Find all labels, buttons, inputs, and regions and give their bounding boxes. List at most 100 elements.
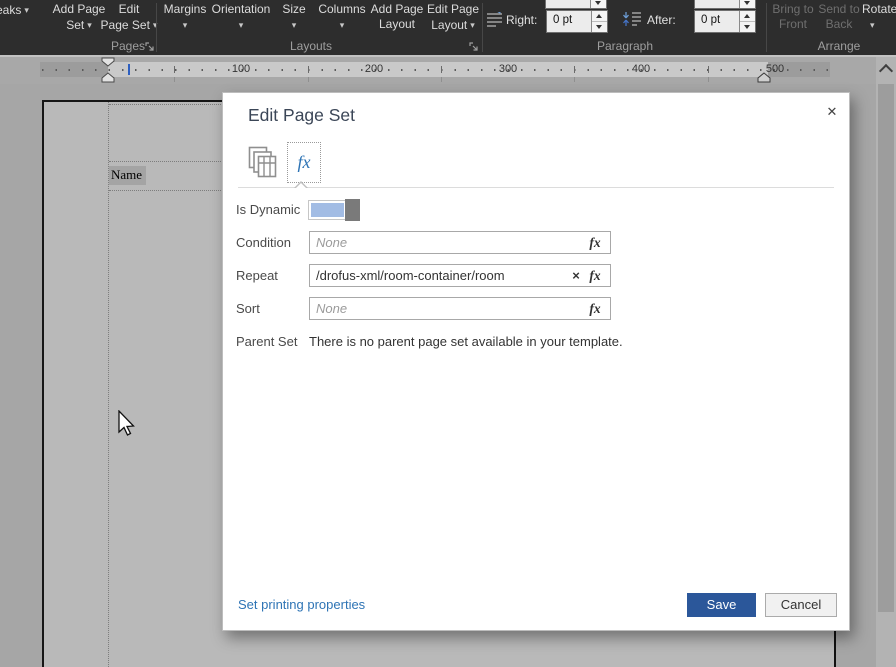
- save-button[interactable]: Save: [687, 593, 756, 617]
- send-to-back-button: Send to Back: [817, 2, 861, 32]
- spinner-up-icon[interactable]: [740, 11, 755, 21]
- toggle-thumb[interactable]: [345, 199, 360, 221]
- dropdown-arrow-icon: [340, 17, 345, 33]
- ruler-mark: 400: [632, 62, 650, 77]
- parent-set-label: Parent Set: [236, 330, 297, 353]
- spinner-down-icon[interactable]: [591, 0, 606, 8]
- spinner[interactable]: [590, 0, 606, 8]
- field-value: 0 pt: [547, 11, 591, 32]
- ruler-tick: [308, 66, 309, 73]
- edit-page-set-dialog: Edit Page Set ✕ fx Is Dynamic Condition …: [222, 92, 850, 631]
- app-window: Breaks Add Page Set Edit Page Set Pages …: [0, 0, 896, 667]
- repeat-label: Repeat: [236, 264, 278, 287]
- spinner-down-icon[interactable]: [740, 0, 755, 8]
- condition-input[interactable]: [309, 231, 611, 254]
- right-indent-label: Right:: [506, 13, 537, 27]
- spinner-down-icon[interactable]: [740, 21, 755, 32]
- table-column-gridline: [108, 102, 109, 667]
- ribbon: Breaks Add Page Set Edit Page Set Pages …: [0, 0, 896, 57]
- orientation-label: Orientation: [212, 2, 271, 17]
- add-page-layout-label-1: Add Page: [371, 2, 424, 17]
- add-page-layout-label-2: Layout: [379, 17, 415, 32]
- set-printing-properties-link[interactable]: Set printing properties: [238, 597, 365, 612]
- cancel-button[interactable]: Cancel: [765, 593, 837, 617]
- pages-dialog-launcher-icon[interactable]: [145, 42, 155, 52]
- ruler-strip: 100 200 300 400 500: [40, 62, 830, 77]
- size-button[interactable]: Size: [278, 2, 310, 33]
- table-cell-name[interactable]: Name: [109, 166, 146, 185]
- toggle-on-fill: [311, 203, 344, 217]
- fx-formula-icon[interactable]: fx: [587, 264, 603, 287]
- ruler-mark: 200: [365, 62, 383, 77]
- edit-page-set-label-1: Edit: [119, 2, 140, 17]
- repeat-input[interactable]: [309, 264, 611, 287]
- fx-tab[interactable]: fx: [287, 142, 321, 183]
- breaks-label: Breaks: [0, 3, 21, 18]
- first-line-indent-marker[interactable]: [101, 57, 115, 67]
- paragraph-field-partial[interactable]: [545, 0, 607, 9]
- clear-icon[interactable]: ×: [569, 264, 583, 287]
- columns-button[interactable]: Columns: [316, 2, 368, 33]
- ruler-subtick: [574, 77, 575, 82]
- scroll-up-icon[interactable]: [879, 64, 893, 78]
- right-indent-field[interactable]: 0 pt: [546, 10, 608, 33]
- spacing-before-icon: [622, 0, 640, 6]
- parent-set-message: There is no parent page set available in…: [309, 330, 623, 353]
- fx-formula-icon[interactable]: fx: [587, 231, 603, 254]
- add-page-set-label-2: Set: [66, 18, 84, 33]
- group-separator: [766, 3, 767, 52]
- size-label: Size: [282, 2, 305, 17]
- dropdown-arrow-icon: [21, 2, 29, 18]
- rotate-button[interactable]: Rotate: [862, 2, 896, 33]
- spacing-after-field[interactable]: 0 pt: [694, 10, 756, 33]
- fx-formula-icon[interactable]: fx: [587, 297, 603, 320]
- field-value: [546, 0, 590, 8]
- group-label-layouts: Layouts: [281, 39, 341, 53]
- ruler-subtick: [308, 77, 309, 82]
- sort-input[interactable]: [309, 297, 611, 320]
- breaks-button[interactable]: Breaks: [0, 2, 29, 18]
- edit-page-set-button[interactable]: Edit Page Set: [100, 2, 158, 33]
- field-value: [695, 0, 739, 8]
- paragraph-field-partial[interactable]: [694, 0, 756, 9]
- orientation-button[interactable]: Orientation: [210, 2, 272, 33]
- cursor-position-marker: [128, 64, 130, 75]
- ruler-ticks: [42, 69, 828, 71]
- add-page-layout-button[interactable]: Add Page Layout: [370, 2, 424, 32]
- ruler-subtick: [708, 77, 709, 82]
- horizontal-ruler[interactable]: 100 200 300 400 500: [0, 57, 876, 84]
- layouts-dialog-launcher-icon[interactable]: [469, 42, 479, 52]
- spinner[interactable]: [739, 11, 755, 32]
- active-tab-notch-fill: [296, 183, 306, 188]
- columns-label: Columns: [318, 2, 365, 17]
- margins-button[interactable]: Margins: [160, 2, 210, 33]
- dropdown-arrow-icon: [870, 17, 875, 33]
- bring-to-front-button: Bring to Front: [770, 2, 816, 32]
- right-indent-marker[interactable]: [757, 72, 771, 83]
- left-indent-marker[interactable]: [101, 72, 115, 83]
- indent-right-icon: [486, 12, 503, 27]
- ruler-tick: [441, 66, 442, 73]
- ruler-mark: 300: [499, 62, 517, 77]
- spinner[interactable]: [739, 0, 755, 8]
- spinner-up-icon[interactable]: [592, 11, 607, 21]
- bring-to-front-label-2: Front: [779, 17, 807, 32]
- spinner[interactable]: [591, 11, 607, 32]
- dropdown-arrow-icon: [84, 17, 92, 33]
- is-dynamic-toggle[interactable]: [308, 200, 360, 220]
- send-to-back-label-2: Back: [826, 17, 853, 32]
- mouse-cursor-icon: [118, 410, 137, 438]
- close-icon[interactable]: ✕: [821, 101, 843, 123]
- fx-tab-label: fx: [298, 152, 311, 173]
- edit-page-layout-button[interactable]: Edit Page Layout: [424, 2, 482, 33]
- dropdown-arrow-icon: [239, 17, 244, 33]
- margins-label: Margins: [164, 2, 207, 17]
- dropdown-arrow-icon: [292, 17, 297, 33]
- spinner-down-icon[interactable]: [592, 21, 607, 32]
- group-label-paragraph: Paragraph: [585, 39, 665, 53]
- add-page-set-label-1: Add Page: [53, 2, 106, 17]
- page-set-tab-icon[interactable]: [248, 146, 278, 178]
- vertical-scrollbar[interactable]: [876, 57, 896, 667]
- scrollbar-thumb[interactable]: [878, 84, 894, 612]
- edit-page-layout-label-1: Edit Page: [427, 2, 479, 17]
